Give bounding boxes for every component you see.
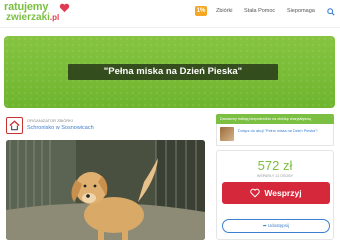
supporters-count: WSPARŁY 13 OSOBY xyxy=(256,174,294,178)
share-button[interactable]: ➦ Udostępnij xyxy=(222,219,330,233)
dog-photo-illustration xyxy=(6,140,205,240)
nav-item-stala-pomoc[interactable]: Stała Pomoc xyxy=(244,8,275,14)
logo-text-tld: .pl xyxy=(49,13,60,22)
organizer-block: ORGANIZATOR ZBIÓRKI Schronisko w Sosnowi… xyxy=(6,117,206,137)
campaign-photo-dog xyxy=(6,140,205,240)
shelter-house-icon xyxy=(9,120,20,131)
search-icon[interactable] xyxy=(327,8,335,16)
organizer-caption: ORGANIZATOR ZBIÓRKI xyxy=(27,118,74,123)
related-campaign-item[interactable]: Dołącz do akcji "Pełna miska na Dzień Pi… xyxy=(216,124,334,146)
heart-paw-icon xyxy=(59,3,70,13)
related-campaign-link[interactable]: Dołącz do akcji "Pełna miska na Dzień Pi… xyxy=(238,129,330,134)
campaign-hero-banner: "Pełna miska na Dzień Pieska" xyxy=(4,36,335,108)
one-percent-gift-icon[interactable]: 1% xyxy=(195,6,207,16)
nav-item-zbiorki[interactable]: Zbiórki xyxy=(216,8,233,14)
campaign-title: "Pełna miska na Dzień Pieska" xyxy=(68,64,278,80)
organizer-name-link[interactable]: Schronisko w Sosnowicach xyxy=(27,125,94,131)
nav-item-siepomaga[interactable]: Siepomaga xyxy=(287,8,315,14)
fundraising-panel: 572 zł WSPARŁY 13 OSOBY Wesprzyj ➦ Udost… xyxy=(216,150,334,240)
donation-info-banner: Darowizny trafiają bezpośrednio na zbiór… xyxy=(216,114,334,124)
related-campaign-thumbnail xyxy=(220,127,234,141)
share-button-label: Udostępnij xyxy=(267,223,290,228)
support-button[interactable]: Wesprzyj xyxy=(222,182,330,204)
site-logo[interactable]: ratujemy zwierzaki.pl xyxy=(4,1,70,27)
organizer-logo[interactable] xyxy=(6,117,23,134)
logo-text-zwierzaki: zwierzaki xyxy=(6,12,50,23)
raised-amount: 572 zł xyxy=(257,158,293,173)
top-navigation-bar: ratujemy zwierzaki.pl 1% Zbiórki Stała P… xyxy=(0,0,340,28)
support-button-label: Wesprzyj xyxy=(264,188,302,198)
heart-hand-icon xyxy=(250,188,261,198)
